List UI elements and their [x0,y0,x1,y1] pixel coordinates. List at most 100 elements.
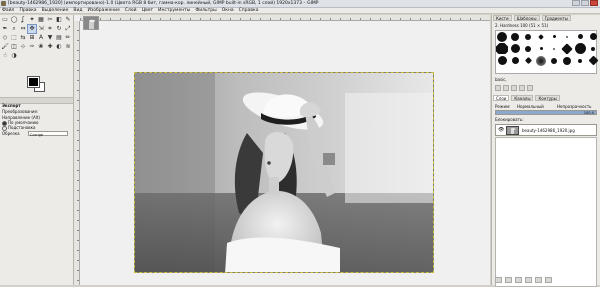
brush-preset[interactable] [535,31,547,42]
lasso-icon[interactable]: ʆ [19,16,27,24]
menu-filters[interactable]: Фильтры [195,8,216,13]
menu-image[interactable]: Изображение [88,8,120,13]
brush-preset[interactable] [535,43,547,54]
brush-preset[interactable] [522,55,534,66]
brush-preset[interactable] [548,43,560,54]
raise-layer-button[interactable] [505,277,512,283]
color-picker-icon[interactable]: ✒ [1,25,9,33]
zoom-icon[interactable]: ⌕ [10,25,18,33]
lower-layer-button[interactable] [515,277,522,283]
move-icon[interactable]: ✥ [27,24,37,34]
duplicate-brush-button[interactable] [511,85,517,91]
menu-windows[interactable]: Окна [222,8,234,13]
flip-icon[interactable]: ⇆ [19,34,27,42]
menu-layer[interactable]: Слой [125,8,137,13]
visibility-eye-icon[interactable]: 👁 [498,128,504,133]
menu-tools[interactable]: Инструменты [158,8,190,13]
tab-patterns[interactable]: Шаблоны [513,15,540,21]
brush-preset[interactable] [574,31,586,42]
measure-icon[interactable]: ⇔ [19,25,27,33]
clip-select[interactable]: Corrige [28,131,68,137]
delete-layer-button[interactable] [545,277,552,283]
scale-icon[interactable]: ⤢ [64,25,72,33]
delete-brush-button[interactable] [519,85,525,91]
duplicate-layer-button[interactable] [525,277,532,283]
rotate-icon[interactable]: ↻ [55,25,63,33]
brush-preset[interactable] [561,55,573,66]
brush-preset[interactable] [548,31,560,42]
menu-colors[interactable]: Цвет [142,8,154,13]
fuzzy-select-icon[interactable]: ✦ [28,16,36,24]
brush-preset[interactable] [587,55,599,66]
direction-corrective-option[interactable]: Подстановка [2,125,36,131]
paintbrush-icon[interactable]: 🖌 [1,43,9,51]
pencil-icon[interactable]: ✏ [64,34,72,42]
color-select-icon[interactable]: ▦ [37,16,45,24]
brush-preset[interactable] [574,55,586,66]
brush-preset[interactable] [574,43,586,54]
text-icon[interactable]: A [37,34,45,42]
maximize-button[interactable] [581,0,589,6]
foreground-select-icon[interactable]: ◧ [55,16,63,24]
perspective-clone-icon[interactable]: ◐ [55,43,63,51]
brush-preset[interactable] [496,43,508,54]
new-layer-button[interactable] [495,277,502,283]
brush-preset[interactable] [509,31,521,42]
rect-select-icon[interactable]: ▭ [1,16,9,24]
vertical-ruler[interactable] [74,21,80,285]
brush-preset[interactable] [496,31,508,42]
brush-preset[interactable] [535,55,547,66]
menu-view[interactable]: Вид [73,8,82,13]
opacity-slider[interactable]: 100,0 [495,110,597,115]
brush-preset[interactable] [522,31,534,42]
brush-preset[interactable] [509,55,521,66]
brush-preset[interactable] [587,31,599,42]
brush-tag-filter[interactable]: basic, [495,77,597,82]
refresh-brushes-button[interactable] [527,85,533,91]
blur-icon[interactable]: ≋ [64,43,72,51]
horizontal-ruler[interactable] [80,15,490,21]
blend-icon[interactable]: ▤ [55,34,63,42]
cage-icon[interactable]: ⊞ [28,34,36,42]
dodge-burn-icon[interactable]: ◑ [10,52,18,60]
close-button[interactable] [590,0,598,6]
airbrush-icon[interactable]: ⊹ [19,43,27,51]
color-swatches[interactable] [27,76,45,92]
layer-row[interactable]: 👁 beauty-1462986_1920.jpg [495,124,597,136]
new-brush-button[interactable] [503,85,509,91]
clone-icon[interactable]: ❀ [37,43,45,51]
menu-select[interactable]: Выделение [42,8,69,13]
bucket-fill-icon[interactable]: ▼ [46,34,54,42]
brush-preset[interactable] [548,55,560,66]
anchor-layer-button[interactable] [535,277,542,283]
scissors-icon[interactable]: ✂ [46,16,54,24]
image-canvas[interactable] [134,72,434,273]
ellipse-select-icon[interactable]: ◯ [10,16,18,24]
paths-icon[interactable]: ✎ [64,16,72,24]
menu-edit[interactable]: Правка [19,8,36,13]
minimize-button[interactable] [572,0,580,6]
mode-select[interactable]: Нормальный [517,104,544,109]
menu-help[interactable]: Справка [239,8,259,13]
brush-preset[interactable] [496,55,508,66]
ink-icon[interactable]: ✑ [28,43,36,51]
tab-brushes[interactable]: Кисти [493,15,512,21]
edit-brush-button[interactable] [495,85,501,91]
foreground-color-swatch[interactable] [27,76,40,88]
tab-layers[interactable]: Слои [493,95,510,101]
crop-icon[interactable]: ⌗ [46,25,54,33]
perspective-icon[interactable]: ⬚ [10,34,18,42]
tab-paths[interactable]: Контуры [535,95,560,101]
align-icon[interactable]: ⇲ [37,25,45,33]
brush-preset[interactable] [522,43,534,54]
tab-channels[interactable]: Каналы [511,95,534,101]
menu-file[interactable]: Файл [2,8,14,13]
smudge-icon[interactable]: ☝ [1,52,9,60]
brush-preset[interactable] [561,31,573,42]
tab-gradients[interactable]: Градиенты [541,15,571,21]
eraser-icon[interactable]: ◫ [10,43,18,51]
brush-preset[interactable] [509,43,521,54]
image-tab-thumbnail[interactable] [83,16,99,30]
heal-icon[interactable]: ✚ [46,43,54,51]
brush-preset[interactable] [587,43,599,54]
